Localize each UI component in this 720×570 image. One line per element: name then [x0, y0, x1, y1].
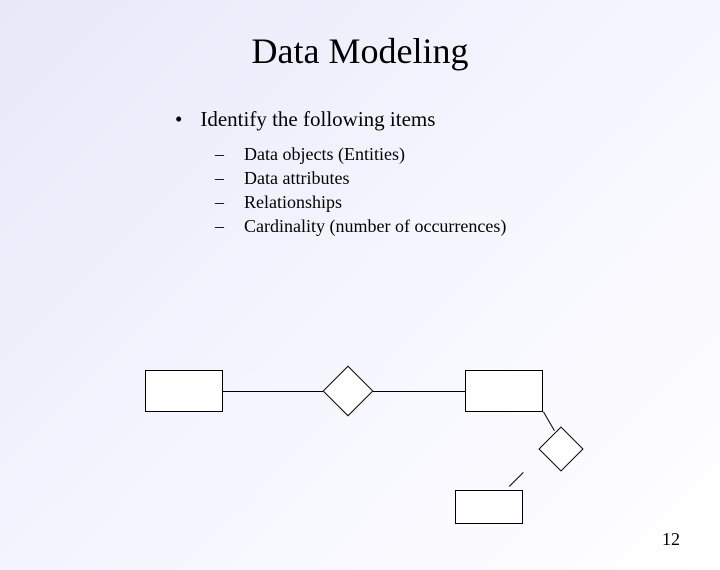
- connector-line: [509, 472, 524, 487]
- sub-item-text: Relationships: [244, 192, 342, 213]
- dash-marker: –: [215, 168, 224, 189]
- slide-title: Data Modeling: [0, 30, 720, 72]
- connector-line: [373, 391, 465, 392]
- connector-line: [543, 412, 555, 432]
- relationship-diamond-2: [538, 426, 583, 471]
- dash-marker: –: [215, 216, 224, 237]
- sub-list: – Data objects (Entities) – Data attribu…: [215, 144, 720, 237]
- main-bullet: • Identify the following items: [175, 107, 720, 132]
- sub-item: – Relationships: [215, 192, 720, 213]
- sub-item-text: Data attributes: [244, 168, 349, 189]
- sub-item-text: Data objects (Entities): [244, 144, 405, 165]
- bullet-marker: •: [175, 107, 182, 132]
- dash-marker: –: [215, 144, 224, 165]
- er-diagram: [145, 360, 585, 530]
- connector-line: [223, 391, 323, 392]
- sub-item-text: Cardinality (number of occurrences): [244, 216, 506, 237]
- entity-box-2: [465, 370, 543, 412]
- sub-item: – Cardinality (number of occurrences): [215, 216, 720, 237]
- entity-box-1: [145, 370, 223, 412]
- entity-box-3: [455, 490, 523, 524]
- main-bullet-text: Identify the following items: [200, 107, 435, 132]
- dash-marker: –: [215, 192, 224, 213]
- sub-item: – Data objects (Entities): [215, 144, 720, 165]
- content-area: • Identify the following items – Data ob…: [175, 107, 720, 237]
- relationship-diamond-1: [323, 366, 374, 417]
- sub-item: – Data attributes: [215, 168, 720, 189]
